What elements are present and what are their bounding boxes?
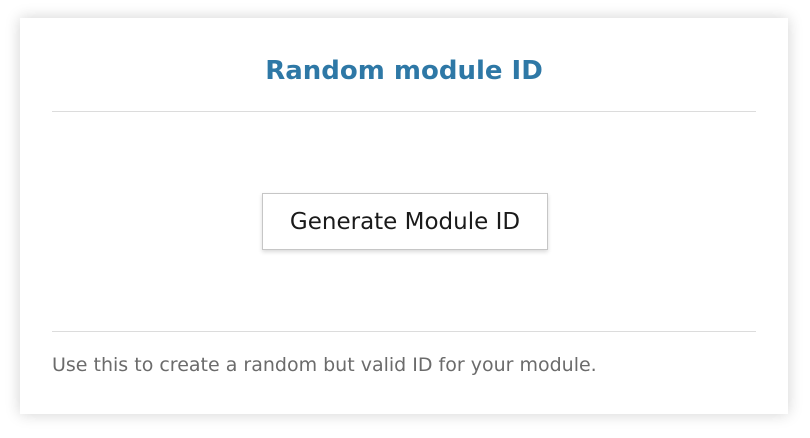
help-text: Use this to create a random but valid ID… [52, 354, 597, 376]
card-title: Random module ID [265, 56, 543, 86]
generate-module-id-button[interactable]: Generate Module ID [262, 193, 548, 250]
module-id-card: Random module ID Generate Module ID Use … [20, 18, 788, 414]
bottom-divider [52, 331, 756, 332]
top-divider [52, 111, 756, 112]
